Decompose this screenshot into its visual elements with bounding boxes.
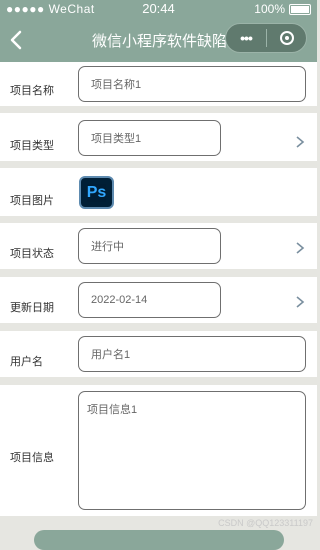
page-title: 微信小程序软件缺陷...	[92, 33, 240, 50]
project-info-label: 项目信息	[10, 452, 54, 464]
project-type-label: 项目类型	[10, 140, 54, 152]
project-type-picker[interactable]: 项目类型1	[78, 120, 221, 156]
project-name-label: 项目名称	[10, 85, 54, 97]
chevron-right-icon[interactable]	[295, 241, 305, 255]
status-bar: ●●●●● WeChat 20:44 100%	[0, 0, 317, 18]
form-row-username: 用户名 用户名1	[0, 331, 317, 377]
photoshop-icon[interactable]: Ps	[79, 176, 114, 209]
watermark: CSDN @QQ123311197	[218, 518, 313, 528]
chevron-right-icon[interactable]	[295, 135, 305, 149]
chevron-right-icon[interactable]	[295, 295, 305, 309]
back-arrow-icon[interactable]	[6, 28, 28, 52]
battery-percent: 100%	[254, 2, 285, 16]
update-date-picker[interactable]: 2022-02-14	[78, 282, 221, 318]
username-input[interactable]: 用户名1	[78, 336, 306, 372]
battery-status: 100%	[254, 2, 311, 16]
username-label: 用户名	[10, 356, 43, 368]
update-date-label: 更新日期	[10, 302, 54, 314]
submit-button[interactable]	[34, 530, 284, 550]
form-row-project-status: 项目状态 进行中	[0, 223, 317, 269]
form-row-project-name: 项目名称 项目名称1	[0, 62, 317, 106]
project-info-textarea[interactable]: 项目信息1	[78, 391, 306, 510]
project-status-picker[interactable]: 进行中	[78, 228, 221, 264]
mini-program-capsule: •••	[225, 23, 307, 53]
form-row-project-image: 项目图片	[0, 168, 317, 216]
project-name-input[interactable]: 项目名称1	[78, 66, 306, 102]
battery-icon	[289, 3, 311, 15]
project-image-label: 项目图片	[10, 195, 54, 207]
close-target-icon	[279, 31, 294, 45]
more-options-icon[interactable]: •••	[226, 30, 266, 46]
form-row-update-date: 更新日期 2022-02-14	[0, 277, 317, 323]
project-status-label: 项目状态	[10, 248, 54, 260]
form-row-project-type: 项目类型 项目类型1	[0, 113, 317, 161]
close-mini-program-button[interactable]	[267, 31, 306, 45]
navigation-bar: 微信小程序软件缺陷... •••	[0, 18, 317, 62]
